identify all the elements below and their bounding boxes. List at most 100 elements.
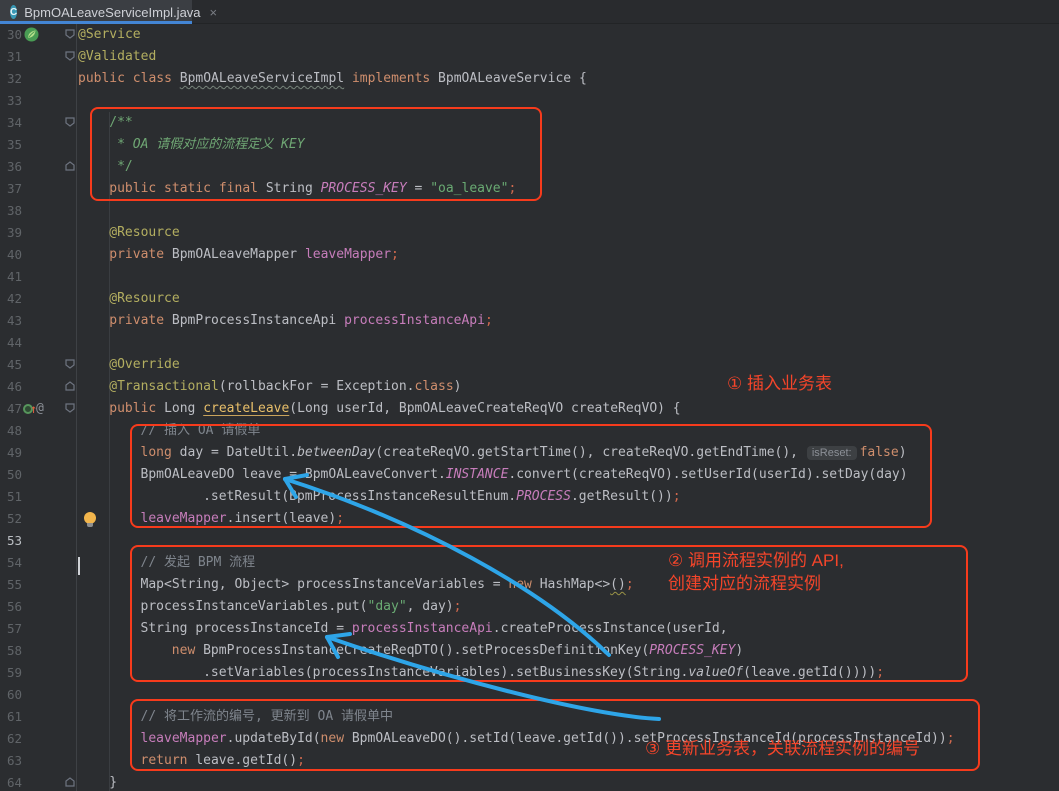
gutter-line-44[interactable]: 44 — [0, 332, 76, 354]
line-number[interactable]: 58 — [0, 640, 22, 662]
gutter-line-31[interactable]: 31 — [0, 46, 76, 68]
line-number[interactable]: 42 — [0, 288, 22, 310]
line-number[interactable]: 32 — [0, 68, 22, 90]
line-number[interactable]: 48 — [0, 420, 22, 442]
gutter-line-30[interactable]: 30 — [0, 24, 76, 46]
line-number[interactable]: 63 — [0, 750, 22, 772]
line-number[interactable]: 57 — [0, 618, 22, 640]
line-number[interactable]: 30 — [0, 24, 22, 46]
gutter-line-59[interactable]: 59 — [0, 662, 76, 684]
line-number[interactable]: 31 — [0, 46, 22, 68]
code-line-54[interactable]: // 发起 BPM 流程 — [141, 552, 256, 574]
line-number[interactable]: 53 — [0, 530, 22, 552]
code-line-56[interactable]: processInstanceVariables.put("day", day)… — [141, 596, 462, 618]
code-line-52[interactable]: leaveMapper.insert(leave); — [141, 508, 345, 530]
gutter-line-39[interactable]: 39 — [0, 222, 76, 244]
line-number[interactable]: 40 — [0, 244, 22, 266]
line-number[interactable]: 51 — [0, 486, 22, 508]
code-line-34[interactable]: /** — [109, 112, 132, 134]
gutter-line-46[interactable]: 46 — [0, 376, 76, 398]
gutter-line-52[interactable]: 52 — [0, 508, 76, 530]
gutter-line-55[interactable]: 55 — [0, 574, 76, 596]
line-number[interactable]: 37 — [0, 178, 22, 200]
gutter-line-47[interactable]: 47↑@ — [0, 398, 76, 420]
code-line-46[interactable]: @Transactional(rollbackFor = Exception.c… — [109, 376, 461, 398]
line-number[interactable]: 59 — [0, 662, 22, 684]
gutter-line-64[interactable]: 64 — [0, 772, 76, 791]
gutter-line-57[interactable]: 57 — [0, 618, 76, 640]
line-number[interactable]: 56 — [0, 596, 22, 618]
gutter-line-48[interactable]: 48 — [0, 420, 76, 442]
code-line-45[interactable]: @Override — [109, 354, 179, 376]
code-line-51[interactable]: .setResult(BpmProcessInstanceResultEnum.… — [203, 486, 680, 508]
line-number[interactable]: 44 — [0, 332, 22, 354]
gutter-line-56[interactable]: 56 — [0, 596, 76, 618]
code-line-42[interactable]: @Resource — [109, 288, 179, 310]
gutter-line-45[interactable]: 45 — [0, 354, 76, 376]
line-number[interactable]: 49 — [0, 442, 22, 464]
line-number[interactable]: 47 — [0, 398, 22, 420]
line-number[interactable]: 50 — [0, 464, 22, 486]
line-number[interactable]: 41 — [0, 266, 22, 288]
gutter-line-63[interactable]: 63 — [0, 750, 76, 772]
line-number[interactable]: 64 — [0, 772, 22, 791]
gutter-line-41[interactable]: 41 — [0, 266, 76, 288]
gutter-line-53[interactable]: 53 — [0, 530, 76, 552]
gutter-line-61[interactable]: 61 — [0, 706, 76, 728]
code-line-31[interactable]: @Validated — [78, 46, 156, 68]
line-number[interactable]: 52 — [0, 508, 22, 530]
code-line-40[interactable]: private BpmOALeaveMapper leaveMapper; — [109, 244, 399, 266]
code-line-61[interactable]: // 将工作流的编号, 更新到 OA 请假单中 — [141, 706, 393, 728]
code-line-63[interactable]: return leave.getId(); — [141, 750, 305, 772]
code-line-47[interactable]: public Long createLeave(Long userId, Bpm… — [109, 398, 680, 420]
line-number[interactable]: 43 — [0, 310, 22, 332]
gutter-line-51[interactable]: 51 — [0, 486, 76, 508]
line-number[interactable]: 61 — [0, 706, 22, 728]
gutter-line-49[interactable]: 49 — [0, 442, 76, 464]
gutter-line-34[interactable]: 34 — [0, 112, 76, 134]
line-number[interactable]: 36 — [0, 156, 22, 178]
gutter-line-50[interactable]: 50 — [0, 464, 76, 486]
code-line-37[interactable]: public static final String PROCESS_KEY =… — [109, 178, 516, 200]
line-number[interactable]: 55 — [0, 574, 22, 596]
code-line-48[interactable]: // 插入 OA 请假单 — [141, 420, 261, 442]
code-line-64[interactable]: } — [109, 772, 117, 791]
gutter-line-35[interactable]: 35 — [0, 134, 76, 156]
gutter-line-42[interactable]: 42 — [0, 288, 76, 310]
tab-close-icon[interactable]: × — [210, 5, 218, 20]
code-line-62[interactable]: leaveMapper.updateById(new BpmOALeaveDO(… — [141, 728, 955, 750]
line-number[interactable]: 39 — [0, 222, 22, 244]
line-number[interactable]: 45 — [0, 354, 22, 376]
line-number[interactable]: 34 — [0, 112, 22, 134]
code-line-59[interactable]: .setVariables(processInstanceVariables).… — [203, 662, 884, 684]
gutter-line-54[interactable]: 54 — [0, 552, 76, 574]
line-number[interactable]: 62 — [0, 728, 22, 750]
code-line-35[interactable]: * OA 请假对应的流程定义 KEY — [109, 134, 304, 156]
code-line-32[interactable]: public class BpmOALeaveServiceImpl imple… — [78, 68, 587, 90]
gutter-line-36[interactable]: 36 — [0, 156, 76, 178]
gutter-line-32[interactable]: 32 — [0, 68, 76, 90]
code-line-50[interactable]: BpmOALeaveDO leave = BpmOALeaveConvert.I… — [141, 464, 908, 486]
line-number[interactable]: 60 — [0, 684, 22, 706]
gutter-line-60[interactable]: 60 — [0, 684, 76, 706]
code-line-36[interactable]: */ — [109, 156, 132, 178]
gutter-line-58[interactable]: 58 — [0, 640, 76, 662]
line-number[interactable]: 54 — [0, 552, 22, 574]
code-line-58[interactable]: new BpmProcessInstanceCreateReqDTO().set… — [172, 640, 743, 662]
code-line-30[interactable]: @Service — [78, 24, 141, 46]
line-number[interactable]: 46 — [0, 376, 22, 398]
code-line-39[interactable]: @Resource — [109, 222, 179, 244]
line-number[interactable]: 38 — [0, 200, 22, 222]
intention-bulb-icon[interactable] — [84, 512, 96, 524]
gutter-line-40[interactable]: 40 — [0, 244, 76, 266]
code-line-49[interactable]: long day = DateUtil.betweenDay(createReq… — [141, 442, 907, 464]
code-line-57[interactable]: String processInstanceId = processInstan… — [141, 618, 728, 640]
gutter-line-33[interactable]: 33 — [0, 90, 76, 112]
gutter-line-43[interactable]: 43 — [0, 310, 76, 332]
code-line-55[interactable]: Map<String, Object> processInstanceVaria… — [141, 574, 634, 596]
gutter-line-37[interactable]: 37 — [0, 178, 76, 200]
code-editor[interactable]: 303132333435363738394041424344454647↑@48… — [0, 24, 1059, 791]
gutter-line-62[interactable]: 62 — [0, 728, 76, 750]
code-line-43[interactable]: private BpmProcessInstanceApi processIns… — [109, 310, 493, 332]
gutter-line-38[interactable]: 38 — [0, 200, 76, 222]
